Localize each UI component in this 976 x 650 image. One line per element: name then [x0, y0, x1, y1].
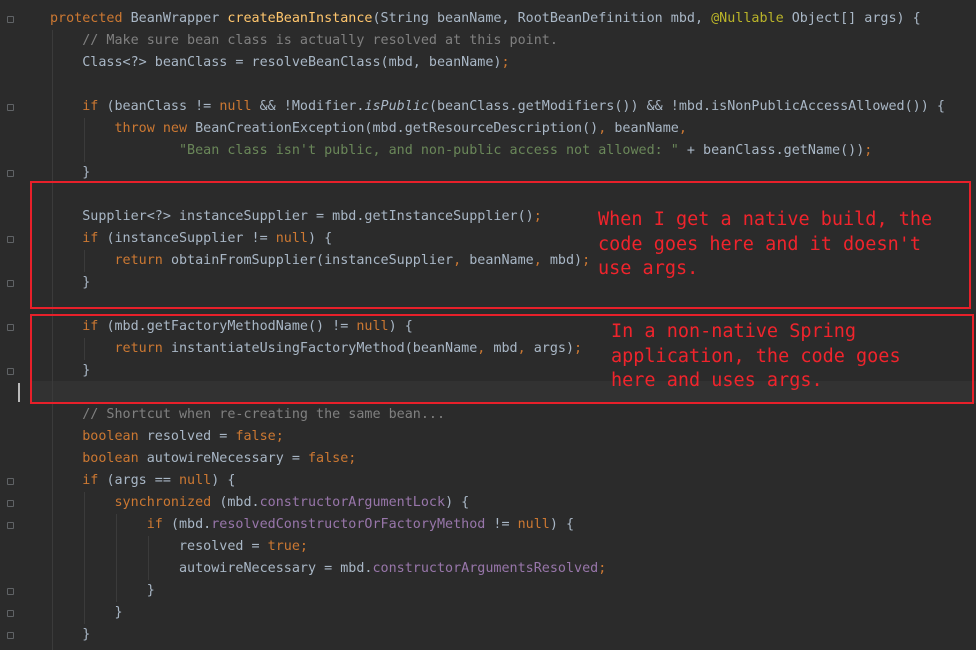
- code-token: BeanCreationException(mbd.getResourceDes…: [195, 121, 599, 136]
- code-token: Class<?> beanClass = resolveBeanClass(mb…: [50, 55, 502, 70]
- code-token: }: [50, 627, 91, 642]
- code-token: resolvedConstructorOrFactoryMethod: [211, 517, 486, 532]
- code-token: synchronized: [114, 495, 220, 510]
- code-token: Object[] args) {: [783, 11, 921, 26]
- code-token: // Shortcut when re-creating the same be…: [82, 407, 446, 422]
- code-token: null: [179, 473, 212, 488]
- code-token: ) {: [211, 473, 236, 488]
- fold-collapse-icon[interactable]: [7, 16, 14, 23]
- code-token: && !Modifier.: [259, 99, 365, 114]
- code-token: false;: [235, 429, 284, 444]
- code-token: resolved =: [146, 429, 236, 444]
- code-token: if: [146, 517, 171, 532]
- code-token: constructorArgumentsResolved: [372, 561, 599, 576]
- code-token: ;: [598, 561, 607, 576]
- native-build-note: When I get a native build, the code goes…: [598, 209, 933, 279]
- code-token: + beanClass.getName()): [678, 143, 865, 158]
- editor-gutter: [0, 0, 30, 650]
- code-line[interactable]: if (args == null) {: [50, 470, 945, 492]
- code-line[interactable]: boolean autowireNecessary = false;: [50, 448, 945, 470]
- code-token: autowireNecessary = mbd.: [50, 561, 373, 576]
- fold-expand-icon[interactable]: [7, 280, 14, 287]
- fold-collapse-icon[interactable]: [7, 500, 14, 507]
- non-native-note: In a non-native Spring application, the …: [611, 321, 901, 391]
- code-token: "Bean class isn't public, and non-public…: [179, 143, 679, 158]
- code-line[interactable]: // Shortcut when re-creating the same be…: [50, 404, 945, 426]
- code-token: ,: [598, 121, 615, 136]
- code-token: true;: [267, 539, 308, 554]
- text-caret: [18, 383, 20, 402]
- code-token: null: [517, 517, 550, 532]
- code-token: (args ==: [106, 473, 179, 488]
- fold-collapse-icon[interactable]: [7, 478, 14, 485]
- code-token: resolved =: [50, 539, 268, 554]
- code-line[interactable]: protected BeanWrapper createBeanInstance…: [50, 8, 945, 30]
- code-token: protected: [50, 11, 131, 26]
- fold-expand-icon[interactable]: [7, 610, 14, 617]
- code-token: autowireNecessary =: [146, 451, 308, 466]
- code-token: (beanClass !=: [106, 99, 220, 114]
- code-token: false;: [308, 451, 357, 466]
- code-token: // Make sure bean class is actually reso…: [82, 33, 558, 48]
- fold-collapse-icon[interactable]: [7, 522, 14, 529]
- code-token: }: [50, 605, 123, 620]
- code-line[interactable]: autowireNecessary = mbd.constructorArgum…: [50, 558, 945, 580]
- code-token: constructorArgumentLock: [259, 495, 446, 510]
- code-token: }: [50, 583, 155, 598]
- code-token: (mbd.: [170, 517, 212, 532]
- code-line[interactable]: synchronized (mbd.constructorArgumentLoc…: [50, 492, 945, 514]
- code-token: throw new: [114, 121, 196, 136]
- code-line[interactable]: }: [50, 624, 945, 646]
- code-token: ,: [678, 121, 687, 136]
- code-line[interactable]: }: [50, 580, 945, 602]
- code-token: }: [50, 165, 91, 180]
- code-token: ) {: [445, 495, 470, 510]
- code-token: (mbd.: [219, 495, 260, 510]
- code-token: @Nullable: [711, 11, 784, 26]
- fold-collapse-icon[interactable]: [7, 236, 14, 243]
- code-token: BeanWrapper: [130, 11, 228, 26]
- code-token: createBeanInstance: [227, 11, 373, 26]
- code-token: !=: [485, 517, 518, 532]
- code-line[interactable]: boolean resolved = false;: [50, 426, 945, 448]
- fold-expand-icon[interactable]: [7, 632, 14, 639]
- code-line[interactable]: throw new BeanCreationException(mbd.getR…: [50, 118, 945, 140]
- code-token: ) {: [549, 517, 575, 532]
- code-token: beanName: [614, 121, 679, 136]
- code-line[interactable]: [50, 74, 945, 96]
- code-token: if: [82, 473, 107, 488]
- code-token: null: [219, 99, 260, 114]
- fold-collapse-icon[interactable]: [7, 324, 14, 331]
- code-token: (String beanName, RootBeanDefinition mbd…: [372, 11, 712, 26]
- code-line[interactable]: Class<?> beanClass = resolveBeanClass(mb…: [50, 52, 945, 74]
- fold-expand-icon[interactable]: [7, 588, 14, 595]
- code-token: boolean: [82, 429, 147, 444]
- fold-expand-icon[interactable]: [7, 368, 14, 375]
- fold-collapse-icon[interactable]: [7, 104, 14, 111]
- code-token: ;: [501, 55, 510, 70]
- fold-expand-icon[interactable]: [7, 170, 14, 177]
- code-line[interactable]: }: [50, 602, 945, 624]
- code-token: ;: [864, 143, 873, 158]
- code-token: boolean: [82, 451, 147, 466]
- code-line[interactable]: if (mbd.resolvedConstructorOrFactoryMeth…: [50, 514, 945, 536]
- code-token: (beanClass.getModifiers()) && !mbd.isNon…: [428, 99, 945, 114]
- code-line[interactable]: "Bean class isn't public, and non-public…: [50, 140, 945, 162]
- code-line[interactable]: if (beanClass != null && !Modifier.isPub…: [50, 96, 945, 118]
- code-token: isPublic: [364, 99, 429, 114]
- code-token: if: [82, 99, 107, 114]
- code-line[interactable]: // Make sure bean class is actually reso…: [50, 30, 945, 52]
- code-line[interactable]: resolved = true;: [50, 536, 945, 558]
